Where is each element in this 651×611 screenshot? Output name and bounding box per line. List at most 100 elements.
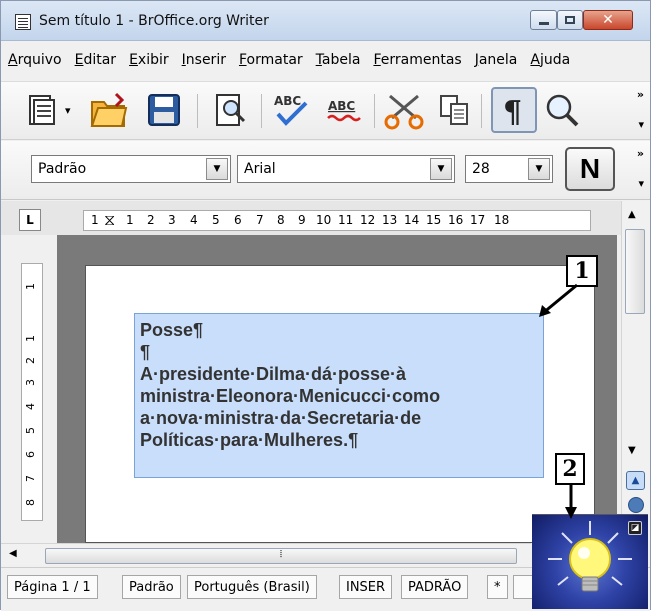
copy-button[interactable] xyxy=(431,87,477,133)
menu-janela[interactable]: Janela xyxy=(468,52,524,68)
vertical-ruler[interactable]: 1 1 2 3 4 5 6 7 8 xyxy=(21,263,43,521)
document-text[interactable]: Posse¶ ¶ A·presidente·Dilma·dá·posse·à m… xyxy=(140,319,548,451)
ruler-tick: 1 xyxy=(91,213,99,227)
font-name-select[interactable]: Arial ▼ xyxy=(237,155,455,183)
bold-button[interactable]: N xyxy=(565,147,615,191)
ruler-tick: 11 xyxy=(338,213,354,227)
document-line: A·presidente·Dilma·dá·posse·à xyxy=(140,364,407,384)
horizontal-ruler[interactable]: 1 ⧖ 1 2 3 4 5 6 7 8 9 10 11 12 13 14 15 … xyxy=(83,210,591,231)
minimize-button[interactable] xyxy=(530,10,557,30)
ruler-tick: 7 xyxy=(24,475,37,482)
toolbar-options-icon[interactable]: ▾ xyxy=(638,177,644,190)
ruler-tick: 18 xyxy=(494,213,510,227)
ruler-tick: 9 xyxy=(298,213,306,227)
ruler-tick: 6 xyxy=(24,451,37,458)
ruler-tick: 3 xyxy=(24,379,37,386)
chevron-down-icon[interactable]: ▼ xyxy=(430,158,452,180)
formatting-marks-button[interactable]: ¶ xyxy=(491,87,537,133)
status-page-style[interactable]: Padrão xyxy=(122,575,181,599)
toolbar-overflow-icon[interactable]: » xyxy=(637,147,644,160)
menu-exibir[interactable]: Exibir xyxy=(122,52,175,68)
ruler-area: L 1 ⧖ 1 2 3 4 5 6 7 8 9 10 11 12 13 14 1… xyxy=(1,201,650,235)
cut-icon xyxy=(384,94,424,130)
document-line: ministra·Eleonora·Menicucci·como xyxy=(140,386,441,406)
menu-ajuda[interactable]: Ajuda xyxy=(523,52,576,68)
open-button[interactable] xyxy=(85,87,131,133)
open-folder-icon xyxy=(90,92,128,127)
menu-arquivo[interactable]: Arquivo xyxy=(1,52,68,68)
menu-formatar[interactable]: Formatar xyxy=(232,52,309,68)
ruler-tick: 7 xyxy=(256,213,264,227)
menu-bar: Arquivo Editar Exibir Inserir Formatar T… xyxy=(1,45,650,75)
ruler-tick: 1 xyxy=(24,283,37,290)
zoom-button[interactable] xyxy=(539,87,585,133)
scroll-left-icon[interactable]: ◀ xyxy=(9,548,17,559)
templates-icon xyxy=(29,95,55,125)
ruler-tick: 10 xyxy=(316,213,332,227)
scroll-up-icon[interactable]: ▲ xyxy=(628,209,636,220)
help-agent[interactable]: ◪ xyxy=(532,514,648,609)
autospellcheck-button[interactable]: ABC xyxy=(323,87,369,133)
scrollbar-thumb[interactable] xyxy=(625,229,645,314)
spellcheck-button[interactable]: ABC xyxy=(269,87,315,133)
ruler-tick: 12 xyxy=(360,213,376,227)
window-title: Sem título 1 - BrOffice.org Writer xyxy=(39,13,269,29)
document-workarea: Posse¶ ¶ A·presidente·Dilma·dá·posse·à m… xyxy=(57,235,617,543)
status-modified: * xyxy=(487,575,508,599)
document-page[interactable]: Posse¶ ¶ A·presidente·Dilma·dá·posse·à m… xyxy=(85,265,595,543)
standard-toolbar: ▾ ABC ABC ¶ » ▾ xyxy=(1,81,650,140)
status-selection-mode[interactable]: PADRÃO xyxy=(401,575,469,599)
ruler-tick: 3 xyxy=(168,213,176,227)
ruler-tick: 8 xyxy=(24,499,37,506)
svg-text:¶: ¶ xyxy=(503,95,522,128)
formatting-marks-icon: ¶ xyxy=(503,95,522,128)
navigation-icon[interactable] xyxy=(628,497,644,513)
menu-tabela[interactable]: Tabela xyxy=(309,52,367,68)
status-signature xyxy=(513,575,533,599)
print-preview-button[interactable] xyxy=(206,87,252,133)
cut-button[interactable] xyxy=(381,87,427,133)
save-button[interactable] xyxy=(141,87,187,133)
chevron-down-icon[interactable]: ▼ xyxy=(206,158,228,180)
writer-window: Sem título 1 - BrOffice.org Writer ✕ Arq… xyxy=(0,0,651,611)
ruler-tick: 14 xyxy=(404,213,420,227)
maximize-button[interactable] xyxy=(557,10,583,30)
svg-text:ABC: ABC xyxy=(328,99,355,113)
ruler-tick: 13 xyxy=(382,213,398,227)
font-size-value: 28 xyxy=(472,161,490,177)
status-insert-mode[interactable]: INSER xyxy=(339,575,393,599)
status-page[interactable]: Página 1 / 1 xyxy=(7,575,98,599)
toolbar-separator xyxy=(261,94,262,128)
toolbar-overflow-icon[interactable]: » xyxy=(637,88,644,101)
menu-inserir[interactable]: Inserir xyxy=(175,52,232,68)
zoom-icon xyxy=(546,94,579,127)
menu-ferramentas[interactable]: Ferramentas xyxy=(366,52,467,68)
ruler-tick: 17 xyxy=(470,213,486,227)
document-line: Políticas·para·Mulheres.¶ xyxy=(140,430,359,450)
tab-selector[interactable]: L xyxy=(19,209,41,231)
ruler-tick: 1 xyxy=(126,213,134,227)
horizontal-scrollbar[interactable]: ◀ ⦙ xyxy=(1,543,531,565)
vertical-scrollbar[interactable]: ▲ ▼ ▲ xyxy=(621,201,650,541)
ruler-tick: 5 xyxy=(212,213,220,227)
toolbar-options-icon[interactable]: ▾ xyxy=(638,118,644,131)
toolbar-separator xyxy=(481,94,482,128)
callout-2: 2 xyxy=(555,453,585,485)
status-language[interactable]: Português (Brasil) xyxy=(187,575,317,599)
font-size-select[interactable]: 28 ▼ xyxy=(465,155,553,183)
close-button[interactable]: ✕ xyxy=(583,10,633,30)
left-indent-marker[interactable]: ⧖ xyxy=(104,210,115,230)
ruler-tick: 4 xyxy=(190,213,198,227)
menu-editar[interactable]: Editar xyxy=(68,52,122,68)
scroll-down-icon[interactable]: ▼ xyxy=(628,445,636,456)
save-icon xyxy=(148,94,180,126)
close-icon[interactable]: ◪ xyxy=(628,521,642,535)
ruler-tick: 8 xyxy=(277,213,285,227)
paragraph-style-select[interactable]: Padrão ▼ xyxy=(31,155,231,183)
ruler-tick: 6 xyxy=(234,213,242,227)
document-line: ¶ xyxy=(140,342,151,362)
scrollbar-thumb[interactable]: ⦙ xyxy=(45,548,517,564)
previous-page-icon[interactable]: ▲ xyxy=(626,471,645,490)
chevron-down-icon[interactable]: ▼ xyxy=(528,158,550,180)
templates-button[interactable] xyxy=(19,87,65,133)
